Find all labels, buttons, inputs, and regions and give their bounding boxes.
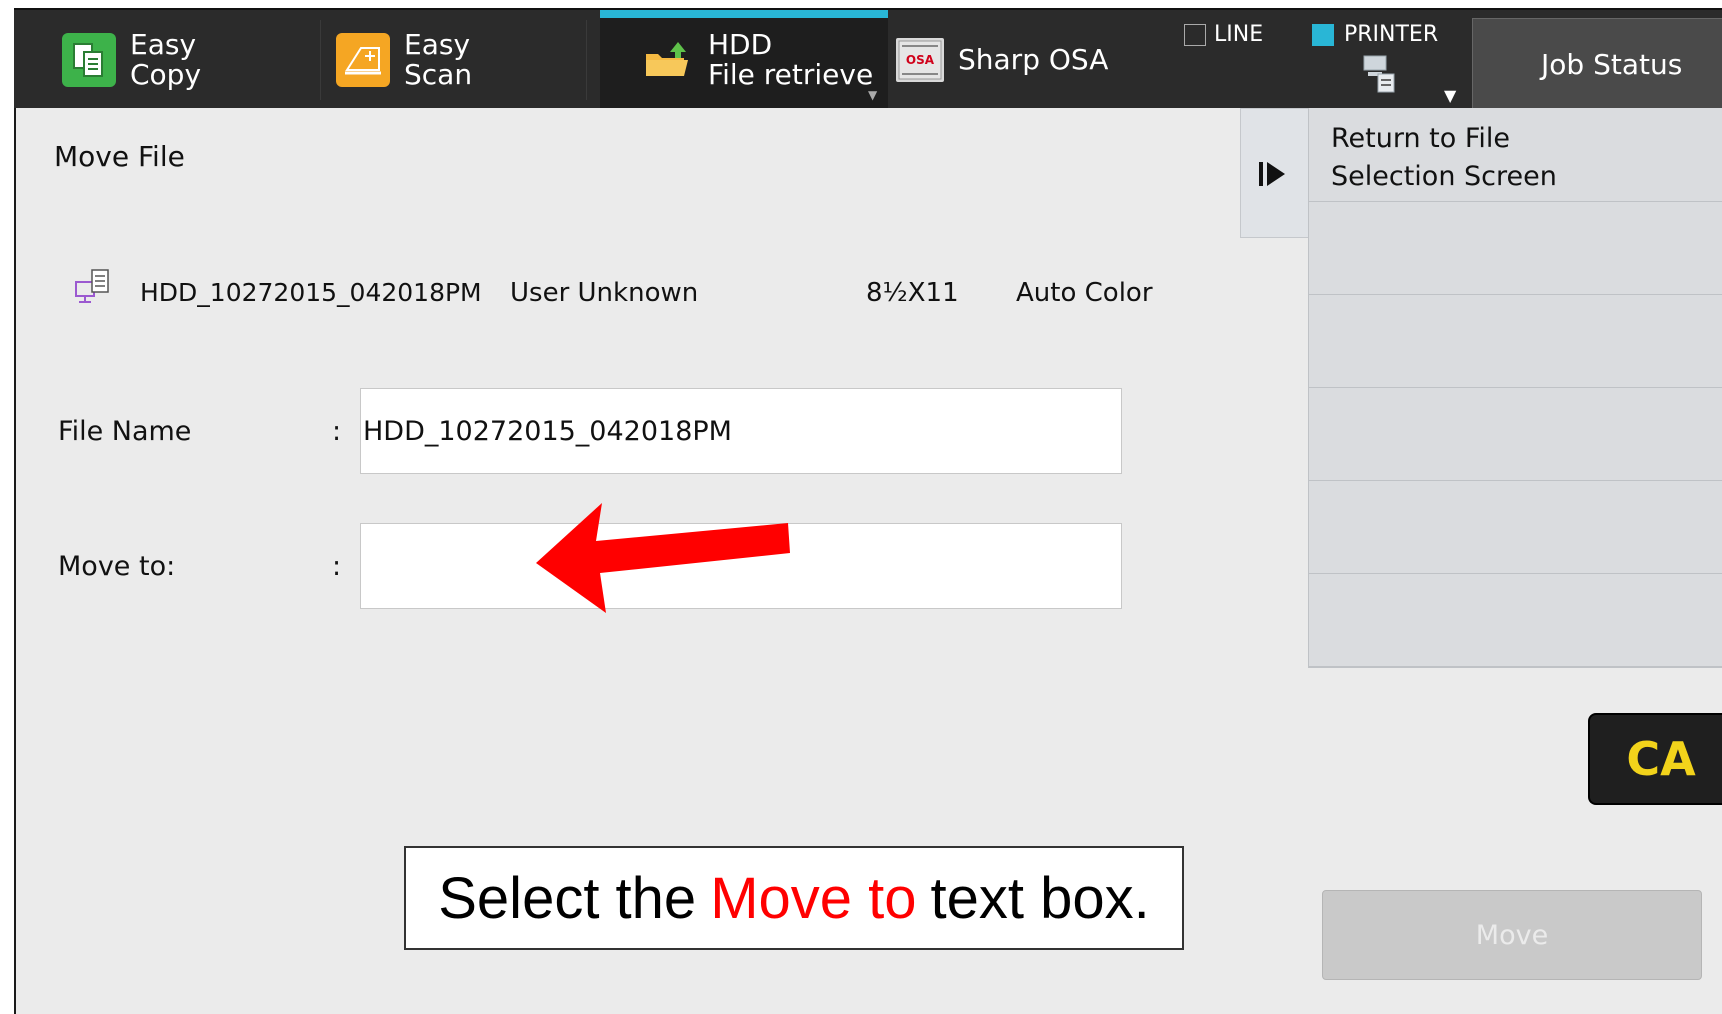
status-printer-label: PRINTER: [1344, 22, 1439, 47]
file-meta-user: User Unknown: [510, 278, 699, 308]
instruction-before: Select the: [438, 865, 697, 931]
printer-indicator-icon: [1312, 23, 1334, 46]
move-to-label: Move to:: [58, 551, 176, 582]
pc-file-icon: [75, 269, 109, 303]
instruction-highlight: Move to: [710, 865, 917, 931]
printer-dropdown-icon[interactable]: ▼: [1444, 86, 1456, 105]
side-panel-empty-slot: [1309, 574, 1722, 667]
tab-hdd-file-retrieve[interactable]: HDD File retrieve ▼: [600, 10, 888, 110]
tab-easy-scan-line2: Scan: [404, 58, 473, 91]
tab-divider: [586, 20, 587, 100]
tab-easy-copy-line1: Easy: [130, 28, 197, 61]
main-content: Move File HDD_10272015_042018PM User Unk…: [14, 108, 1722, 1014]
play-collapse-icon: [1259, 162, 1285, 186]
page-title: Move File: [54, 140, 185, 173]
side-panel-empty-slot: [1309, 388, 1722, 481]
file-name-colon: :: [332, 416, 342, 447]
side-panel-empty-slot: [1309, 295, 1722, 388]
folder-upload-icon: [640, 33, 694, 87]
file-meta-filename: HDD_10272015_042018PM: [140, 278, 482, 307]
chevron-down-icon: ▼: [868, 88, 878, 102]
instruction-callout: Select the Move to text box.: [404, 846, 1184, 950]
tab-easy-scan-line1: Easy: [404, 28, 471, 61]
top-bar: Easy Copy Easy Scan HDD File retrieve ▼ …: [14, 8, 1722, 110]
osa-icon-text: OSA: [905, 53, 935, 67]
printer-icon: [1363, 55, 1395, 93]
file-meta-paper-size: 8½X11: [866, 278, 959, 308]
status-line: LINE: [1184, 22, 1263, 47]
tab-hdd-line2: File retrieve: [708, 58, 874, 91]
panel-toggle-button[interactable]: [1240, 108, 1310, 238]
tab-hdd-line1: HDD: [708, 28, 773, 61]
tab-easy-copy[interactable]: Easy Copy: [62, 10, 201, 110]
return-label-line1: Return to File: [1331, 123, 1511, 154]
return-to-file-selection-button[interactable]: Return to File Selection Screen: [1309, 108, 1722, 202]
scan-icon: [336, 33, 390, 87]
side-panel-empty-slot: [1309, 481, 1722, 574]
clear-all-button[interactable]: CA: [1588, 713, 1722, 805]
job-status-button[interactable]: Job Status: [1472, 18, 1722, 110]
side-panel: Return to File Selection Screen: [1308, 108, 1722, 668]
red-arrow-icon: [536, 503, 790, 613]
file-name-field[interactable]: HDD_10272015_042018PM: [360, 388, 1122, 474]
file-name-label: File Name: [58, 416, 192, 447]
status-line-label: LINE: [1214, 22, 1264, 47]
status-printer[interactable]: PRINTER: [1312, 22, 1438, 47]
tab-divider: [320, 20, 321, 100]
move-button[interactable]: Move: [1322, 890, 1702, 980]
move-to-colon: :: [332, 551, 342, 582]
line-indicator-icon: [1184, 23, 1206, 46]
tab-easy-copy-line2: Copy: [130, 58, 202, 91]
tab-sharp-osa-label: Sharp OSA: [958, 43, 1109, 76]
screen-frame: Easy Copy Easy Scan HDD File retrieve ▼ …: [0, 0, 1722, 1014]
copy-icon: [62, 33, 116, 87]
instruction-after: text box.: [930, 865, 1150, 931]
side-panel-empty-slot: [1309, 202, 1722, 295]
tab-sharp-osa[interactable]: OSA Sharp OSA: [896, 10, 1108, 110]
file-meta-color-mode: Auto Color: [1016, 278, 1153, 308]
tab-easy-scan[interactable]: Easy Scan: [336, 10, 472, 110]
osa-icon: OSA: [896, 38, 944, 82]
return-label-line2: Selection Screen: [1331, 161, 1557, 192]
